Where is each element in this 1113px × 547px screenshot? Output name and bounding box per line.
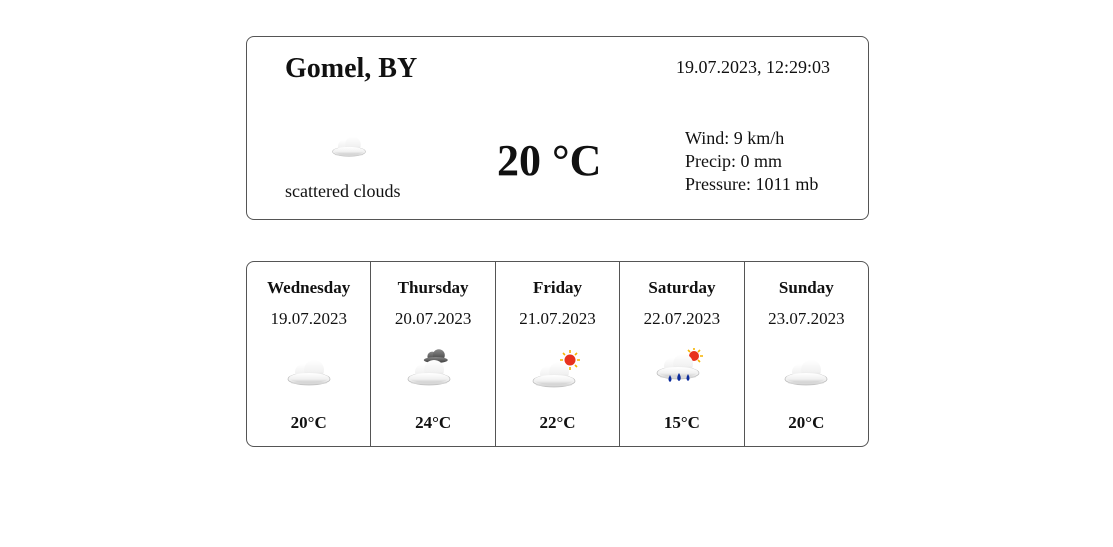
current-temperature: 20 °C (497, 136, 602, 185)
day-name: Friday (532, 278, 583, 297)
weather-description: scattered clouds (285, 181, 401, 201)
wind-value: Wind: 9 km/h (685, 128, 785, 148)
day-name: Saturday (648, 278, 716, 297)
day-name: Sunday (778, 278, 834, 297)
day-name: Thursday (397, 278, 469, 297)
cloud-icon (281, 348, 337, 388)
day-temperature: 22°C (539, 413, 576, 432)
day-name: Wednesday (267, 278, 351, 297)
forecast-day: Saturday 22.07.2023 15°C (620, 262, 745, 446)
partly-sunny-icon (530, 350, 580, 388)
cloud-icon (778, 348, 834, 388)
day-date: 19.07.2023 (270, 309, 347, 328)
forecast-day: Friday 21.07.2023 22°C (496, 262, 621, 446)
weather-details: Wind: 9 km/h Precip: 0 mm Pressure: 1011… (685, 127, 818, 196)
current-weather-card: Gomel, BY 19.07.2023, 12:29:03 scattered… (246, 36, 869, 220)
day-date: 21.07.2023 (519, 309, 596, 328)
city-title: Gomel, BY (285, 53, 418, 84)
day-date: 22.07.2023 (643, 309, 721, 328)
forecast-day: Sunday 23.07.2023 20°C (745, 262, 868, 446)
forecast-day: Thursday 20.07.2023 24°C (371, 262, 496, 446)
current-datetime: 19.07.2023, 12:29:03 (675, 57, 830, 77)
forecast-day: Wednesday 19.07.2023 20°C (247, 262, 372, 446)
scattered-clouds-icon (327, 127, 371, 159)
precip-value: Precip: 0 mm (685, 151, 782, 171)
day-temperature: 24°C (415, 413, 452, 432)
day-date: 20.07.2023 (394, 309, 472, 328)
forecast-strip: Wednesday 19.07.2023 20°C Thursday 20.07… (246, 261, 869, 447)
day-temperature: 15°C (663, 413, 700, 432)
broken-clouds-icon (405, 349, 461, 388)
sun-rain-icon (654, 348, 703, 382)
day-temperature: 20°C (788, 413, 825, 432)
day-temperature: 20°C (290, 413, 327, 432)
pressure-value: Pressure: 1011 mb (685, 174, 819, 194)
day-date: 23.07.2023 (768, 309, 845, 328)
